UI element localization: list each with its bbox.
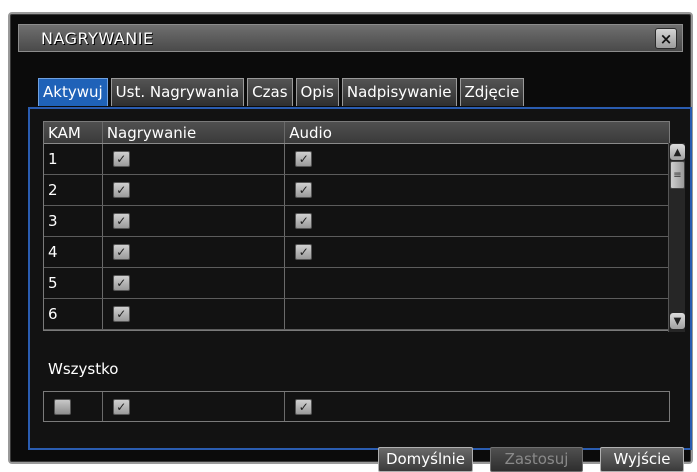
title-bar: NAGRYWANIE × bbox=[18, 24, 683, 52]
audio-cell: ✓ bbox=[285, 144, 669, 174]
all-cam-checkbox[interactable] bbox=[54, 398, 71, 415]
all-audio-cell: ✓ bbox=[285, 392, 669, 421]
record-checkbox[interactable]: ✓ bbox=[112, 182, 130, 198]
cam-number: 3 bbox=[44, 206, 103, 236]
audio-checkbox[interactable]: ✓ bbox=[295, 182, 313, 198]
recording-dialog: NAGRYWANIE × Aktywuj Ust. Nagrywania Cza… bbox=[8, 12, 693, 472]
default-button[interactable]: Domyślnie bbox=[378, 447, 473, 472]
all-cam-cell bbox=[44, 392, 103, 421]
table-scrollbar[interactable]: ▲ ≡ ▼ bbox=[668, 143, 685, 332]
audio-checkbox[interactable]: ✓ bbox=[295, 244, 313, 260]
tab-record-settings[interactable]: Ust. Nagrywania bbox=[110, 78, 245, 106]
close-button[interactable]: × bbox=[655, 28, 677, 49]
record-cell: ✓ bbox=[103, 237, 286, 267]
cam-number: 1 bbox=[44, 144, 103, 174]
record-cell: ✓ bbox=[103, 206, 286, 236]
cam-number: 5 bbox=[44, 268, 103, 298]
exit-button[interactable]: Wyjście bbox=[600, 447, 684, 472]
audio-cell: ✓ bbox=[285, 206, 669, 236]
cam-number: 4 bbox=[44, 237, 103, 267]
record-checkbox[interactable]: ✓ bbox=[112, 244, 130, 260]
close-icon: × bbox=[659, 29, 673, 48]
cam-number: 2 bbox=[44, 175, 103, 205]
tab-activate[interactable]: Aktywuj bbox=[38, 78, 108, 106]
col-audio-header: Audio bbox=[289, 123, 332, 142]
record-checkbox[interactable]: ✓ bbox=[112, 213, 130, 229]
tab-description[interactable]: Opis bbox=[295, 78, 339, 106]
table-body: 1 ✓ ✓ 2 ✓ ✓ 3 ✓ ✓ 4 ✓ ✓ 5 ✓ 6 ✓ bbox=[44, 144, 669, 330]
table-row: 5 ✓ bbox=[44, 268, 669, 299]
all-record-cell: ✓ bbox=[103, 392, 286, 421]
col-cam-header: KAM bbox=[44, 122, 103, 143]
record-cell: ✓ bbox=[103, 175, 286, 205]
scroll-down-button[interactable]: ▼ bbox=[670, 313, 685, 329]
tab-panel: KAM Nagrywanie Audio 1 ✓ ✓ 2 ✓ ✓ 3 ✓ ✓ 4 ✓ ✓ 5 ✓ 6 ✓ ▲ … bbox=[28, 107, 692, 450]
record-cell: ✓ bbox=[103, 144, 286, 174]
record-checkbox[interactable]: ✓ bbox=[112, 275, 130, 291]
scroll-thumb[interactable]: ≡ bbox=[670, 161, 685, 189]
all-audio-checkbox[interactable]: ✓ bbox=[295, 398, 313, 415]
chevron-down-icon: ▼ bbox=[673, 315, 682, 327]
record-cell: ✓ bbox=[103, 299, 286, 329]
table-row: 1 ✓ ✓ bbox=[44, 144, 669, 175]
audio-cell bbox=[285, 299, 669, 329]
col-record-header: Nagrywanie bbox=[103, 122, 286, 143]
audio-checkbox[interactable]: ✓ bbox=[295, 213, 313, 229]
tab-snapshot[interactable]: Zdjęcie bbox=[459, 78, 525, 106]
record-checkbox[interactable]: ✓ bbox=[112, 306, 130, 322]
tab-overwrite[interactable]: Nadpisywanie bbox=[341, 78, 457, 106]
table-row: 3 ✓ ✓ bbox=[44, 206, 669, 237]
all-row: ✓ ✓ bbox=[43, 391, 670, 422]
audio-cell: ✓ bbox=[285, 175, 669, 205]
audio-checkbox[interactable]: ✓ bbox=[295, 151, 313, 167]
table-header: KAM Nagrywanie Audio bbox=[44, 122, 669, 144]
chevron-up-icon: ▲ bbox=[673, 146, 682, 158]
audio-cell: ✓ bbox=[285, 237, 669, 267]
all-record-checkbox[interactable]: ✓ bbox=[112, 398, 130, 415]
grip-icon: ≡ bbox=[673, 169, 682, 181]
table-row: 4 ✓ ✓ bbox=[44, 237, 669, 268]
scroll-up-button[interactable]: ▲ bbox=[670, 144, 685, 160]
apply-button[interactable]: Zastosuj bbox=[490, 447, 583, 472]
dialog-title: NAGRYWANIE bbox=[41, 29, 154, 48]
table-row: 2 ✓ ✓ bbox=[44, 175, 669, 206]
table-row: 6 ✓ bbox=[44, 299, 669, 330]
audio-cell bbox=[285, 268, 669, 298]
tab-time[interactable]: Czas bbox=[247, 78, 293, 106]
all-label: Wszystko bbox=[48, 360, 119, 378]
cam-number: 6 bbox=[44, 299, 103, 329]
record-checkbox[interactable]: ✓ bbox=[112, 151, 130, 167]
tab-bar: Aktywuj Ust. Nagrywania Czas Opis Nadpis… bbox=[38, 78, 525, 106]
camera-table: KAM Nagrywanie Audio 1 ✓ ✓ 2 ✓ ✓ 3 ✓ ✓ 4 ✓ ✓ 5 ✓ 6 ✓ bbox=[43, 121, 670, 331]
record-cell: ✓ bbox=[103, 268, 286, 298]
